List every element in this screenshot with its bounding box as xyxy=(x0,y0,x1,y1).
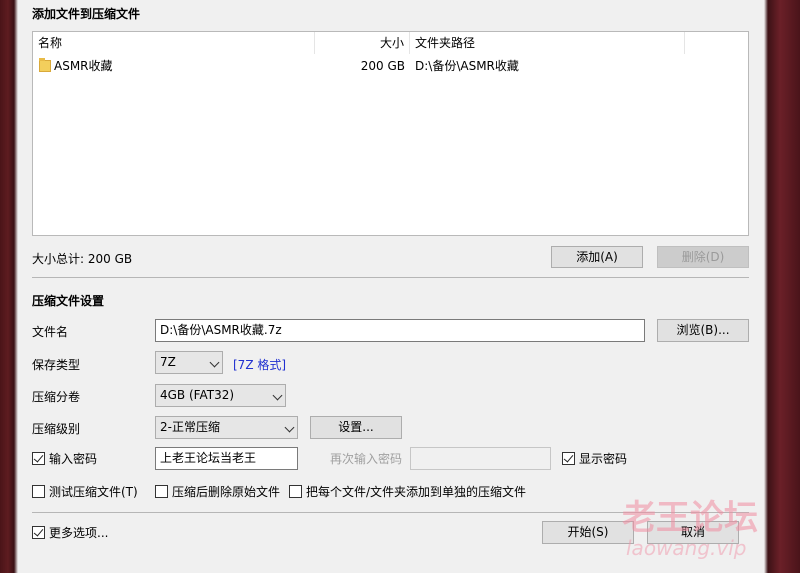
add-button[interactable]: 添加(A) xyxy=(551,246,643,268)
file-size: 200 GB xyxy=(360,59,405,73)
browse-button[interactable]: 浏览(B)... xyxy=(657,319,749,342)
chevron-down-icon xyxy=(272,390,283,401)
compress-dialog: 添加文件到压缩文件 名称 大小 文件夹路径 ASMR收藏 200 GB D:\备… xyxy=(18,0,764,573)
list-item[interactable]: ASMR收藏 200 GB D:\备份\ASMR收藏 xyxy=(33,56,748,76)
save-type-value: 7Z xyxy=(160,355,176,369)
divider xyxy=(32,277,749,278)
chevron-down-icon xyxy=(209,357,220,368)
settings-title: 压缩文件设置 xyxy=(32,294,105,308)
level-value: 2-正常压缩 xyxy=(160,420,220,434)
test-archive-checkbox[interactable] xyxy=(32,485,45,498)
watermark-url: laowang.vip xyxy=(626,536,747,560)
delete-original-label: 压缩后删除原始文件 xyxy=(172,485,281,499)
start-button[interactable]: 开始(S) xyxy=(542,521,634,544)
each-separate-label: 把每个文件/文件夹添加到单独的压缩文件 xyxy=(306,485,527,499)
filename-label: 文件名 xyxy=(32,325,69,339)
save-type-select[interactable]: 7Z xyxy=(155,351,223,374)
total-size-label: 大小总计: 200 GB xyxy=(32,252,133,266)
test-archive-label: 测试压缩文件(T) xyxy=(49,485,138,499)
folder-icon xyxy=(39,58,51,72)
column-header-name[interactable]: 名称 xyxy=(33,32,315,54)
column-header-path[interactable]: 文件夹路径 xyxy=(410,32,685,54)
split-select[interactable]: 4GB (FAT32) xyxy=(155,384,286,407)
reenter-password-label: 再次输入密码 xyxy=(330,452,403,466)
delete-button[interactable]: 删除(D) xyxy=(657,246,749,268)
files-group-title: 添加文件到压缩文件 xyxy=(32,7,141,21)
password-checkbox[interactable] xyxy=(32,452,45,465)
column-header-size[interactable]: 大小 xyxy=(315,32,410,54)
reenter-password-input[interactable] xyxy=(410,447,551,470)
format-note: [7Z 格式] xyxy=(233,358,287,372)
delete-original-checkbox[interactable] xyxy=(155,485,168,498)
password-label: 输入密码 xyxy=(49,452,98,466)
each-separate-checkbox[interactable] xyxy=(289,485,302,498)
file-list[interactable]: 名称 大小 文件夹路径 ASMR收藏 200 GB D:\备份\ASMR收藏 xyxy=(32,31,749,236)
file-name: ASMR收藏 xyxy=(54,59,113,73)
split-value: 4GB (FAT32) xyxy=(160,388,235,402)
level-label: 压缩级别 xyxy=(32,422,81,436)
split-label: 压缩分卷 xyxy=(32,390,81,404)
more-options-checkbox[interactable] xyxy=(32,526,45,539)
chevron-down-icon xyxy=(284,422,295,433)
filename-input[interactable]: D:\备份\ASMR收藏.7z xyxy=(155,319,645,342)
watermark-title: 老王论坛 xyxy=(622,498,758,538)
save-type-label: 保存类型 xyxy=(32,358,81,372)
level-select[interactable]: 2-正常压缩 xyxy=(155,416,298,439)
more-options-label: 更多选项... xyxy=(49,526,109,540)
config-button[interactable]: 设置... xyxy=(310,416,402,439)
show-password-label: 显示密码 xyxy=(579,452,628,466)
password-input[interactable]: 上老王论坛当老王 xyxy=(155,447,298,470)
file-path: D:\备份\ASMR收藏 xyxy=(415,59,519,73)
show-password-checkbox[interactable] xyxy=(562,452,575,465)
